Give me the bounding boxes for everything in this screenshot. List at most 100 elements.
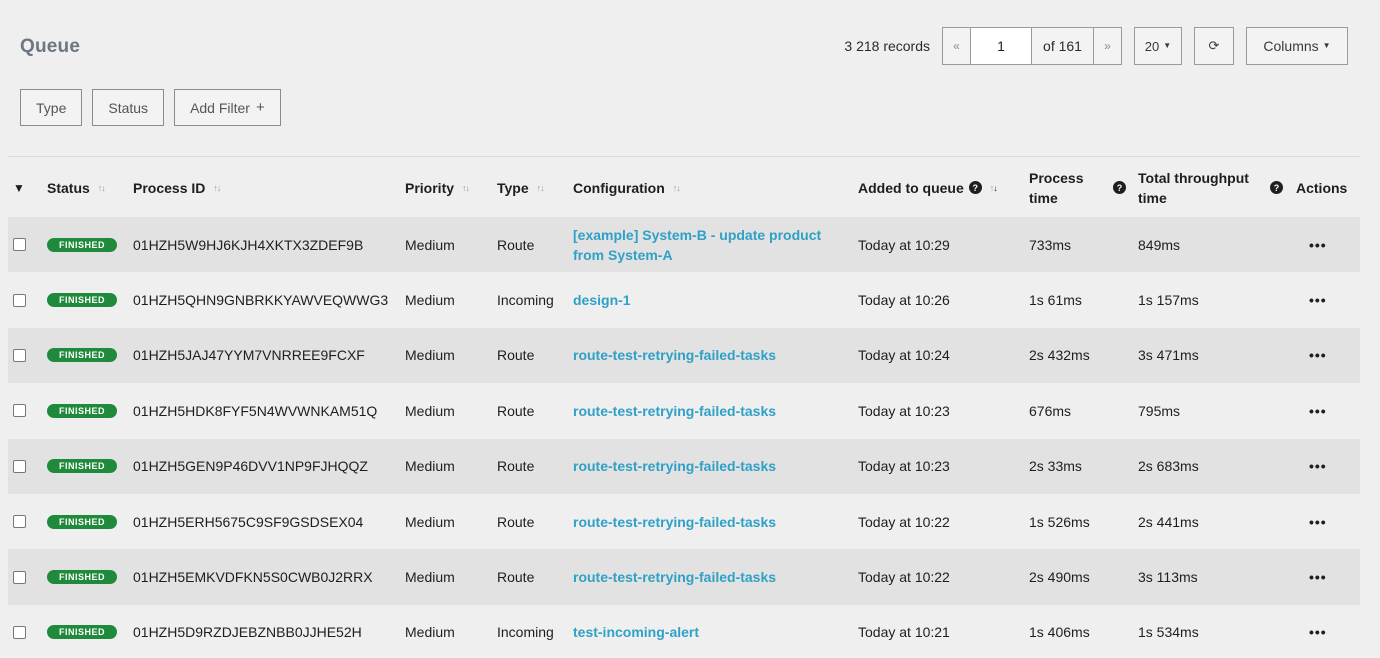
- page-size-dropdown[interactable]: 20 ▼: [1134, 27, 1182, 65]
- added-to-queue: Today at 10:21: [858, 624, 950, 641]
- columns-dropdown[interactable]: Columns ▼: [1246, 27, 1348, 65]
- page-title: Queue: [20, 36, 81, 57]
- total-throughput-time: 3s 471ms: [1138, 347, 1199, 364]
- help-icon[interactable]: ?: [1270, 181, 1283, 194]
- added-to-queue: Today at 10:26: [858, 292, 950, 309]
- table-row[interactable]: FINISHED 01HZH5GEN9P46DVV1NP9FJHQQZ Medi…: [8, 438, 1360, 494]
- column-header-configuration[interactable]: Configuration ↑↓: [573, 158, 853, 217]
- sort-icon[interactable]: ↑↓: [98, 183, 106, 193]
- process-time: 2s 33ms: [1029, 458, 1082, 475]
- table-row[interactable]: FINISHED 01HZH5JAJ47YYM7VNRREE9FCXF Medi…: [8, 327, 1360, 384]
- total-throughput-time: 795ms: [1138, 402, 1181, 419]
- add-filter-button[interactable]: Add Filter +: [174, 89, 281, 126]
- column-header-label: Priority: [405, 179, 455, 196]
- row-checkbox[interactable]: [13, 459, 26, 473]
- column-header-label: Type: [497, 179, 529, 196]
- table-row[interactable]: FINISHED 01HZH5QHN9GNBRKKYAWVEQWWG3 Medi…: [8, 272, 1360, 327]
- column-header-label: Process: [1029, 169, 1084, 186]
- table-row[interactable]: FINISHED 01HZH5W9HJ6KJH4XKTX3ZDEF9B Medi…: [8, 217, 1360, 273]
- process-id: 01HZH5QHN9GNBRKKYAWVEQWWG3: [133, 292, 389, 309]
- row-checkbox[interactable]: [13, 515, 26, 529]
- more-actions-icon[interactable]: •••: [1309, 624, 1327, 640]
- column-header-actions: Actions: [1296, 158, 1347, 217]
- more-actions-icon[interactable]: •••: [1309, 347, 1327, 363]
- column-header-total-throughput: Total throughput time: [1138, 158, 1249, 217]
- help-icon[interactable]: ?: [1113, 181, 1126, 194]
- total-throughput-time: 1s 534ms: [1138, 624, 1199, 641]
- column-header-label: time: [1029, 189, 1058, 206]
- status-badge: FINISHED: [47, 403, 118, 418]
- row-checkbox[interactable]: [13, 404, 26, 418]
- table-row[interactable]: FINISHED 01HZH5EMKVDFKN5S0CWB0J2RRX Medi…: [8, 549, 1360, 605]
- priority: Medium: [405, 292, 455, 309]
- divider: [8, 156, 1360, 157]
- type-filter-button[interactable]: Type: [20, 89, 83, 126]
- priority: Medium: [405, 402, 455, 419]
- row-checkbox[interactable]: [13, 348, 26, 362]
- column-header-priority[interactable]: Priority ↑↓: [405, 158, 470, 217]
- more-actions-icon[interactable]: •••: [1309, 403, 1327, 419]
- columns-label: Columns: [1263, 38, 1319, 54]
- more-actions-icon[interactable]: •••: [1309, 569, 1327, 585]
- sort-icon[interactable]: ↑↓: [462, 183, 470, 193]
- column-header-status[interactable]: Status ↑↓: [47, 158, 106, 217]
- sort-icon[interactable]: ↑↓: [213, 183, 221, 193]
- help-icon[interactable]: ?: [968, 181, 982, 194]
- row-checkbox[interactable]: [13, 570, 26, 584]
- configuration-link[interactable]: route-test-retrying-failed-tasks: [573, 456, 776, 476]
- process-id: 01HZH5HDK8FYF5N4WVWNKAM51Q: [133, 402, 378, 419]
- type: Route: [497, 458, 535, 475]
- type: Route: [497, 236, 535, 253]
- sort-desc-icon[interactable]: ↑↓: [990, 183, 998, 193]
- process-time: 1s 526ms: [1029, 513, 1090, 530]
- column-header-label: Total throughput: [1138, 169, 1249, 186]
- more-actions-icon[interactable]: •••: [1309, 458, 1327, 474]
- configuration-link[interactable]: route-test-retrying-failed-tasks: [573, 345, 776, 365]
- row-checkbox[interactable]: [13, 238, 26, 252]
- configuration-link[interactable]: route-test-retrying-failed-tasks: [573, 512, 776, 532]
- table-header: ▼ Status ↑↓ Process ID ↑↓ Priority ↑↓ Ty…: [8, 158, 1360, 217]
- column-header-added-to-queue[interactable]: Added to queue ? ↑↓: [858, 158, 998, 217]
- configuration-link[interactable]: [example] System-B - update product from…: [573, 225, 853, 265]
- table-row[interactable]: FINISHED 01HZH5ERH5675C9SF9GSDSEX04 Medi…: [8, 494, 1360, 549]
- sort-icon[interactable]: ↑↓: [673, 183, 681, 193]
- refresh-button[interactable]: ⟳: [1194, 27, 1234, 65]
- expand-all-toggle[interactable]: ▼: [13, 158, 25, 217]
- added-to-queue: Today at 10:23: [858, 402, 950, 419]
- type: Incoming: [497, 624, 554, 641]
- sort-icon[interactable]: ↑↓: [537, 183, 545, 193]
- more-actions-icon[interactable]: •••: [1309, 237, 1327, 253]
- next-page-button[interactable]: »: [1093, 28, 1121, 64]
- table-row[interactable]: FINISHED 01HZH5HDK8FYF5N4WVWNKAM51Q Medi…: [8, 383, 1360, 438]
- added-to-queue: Today at 10:29: [858, 236, 950, 253]
- priority: Medium: [405, 513, 455, 530]
- priority: Medium: [405, 569, 455, 586]
- status-filter-button[interactable]: Status: [92, 89, 165, 126]
- more-actions-icon[interactable]: •••: [1309, 292, 1327, 308]
- prev-page-button[interactable]: «: [943, 28, 971, 64]
- configuration-link[interactable]: design-1: [573, 290, 631, 310]
- column-header-process-id[interactable]: Process ID ↑↓: [133, 158, 221, 217]
- total-throughput-help[interactable]: ?: [1265, 158, 1283, 217]
- table-row[interactable]: FINISHED 01HZH5D9RZDJEBZNBB0JJHE52H Medi…: [8, 605, 1360, 658]
- total-throughput-time: 1s 157ms: [1138, 292, 1199, 309]
- process-time-help[interactable]: ?: [1108, 158, 1126, 217]
- records-count: 3 218 records: [844, 38, 930, 54]
- type-filter-label: Type: [36, 99, 67, 116]
- row-checkbox[interactable]: [13, 293, 26, 307]
- total-throughput-time: 2s 441ms: [1138, 513, 1199, 530]
- configuration-link[interactable]: route-test-retrying-failed-tasks: [573, 401, 776, 421]
- queue-table: ▼ Status ↑↓ Process ID ↑↓ Priority ↑↓ Ty…: [8, 158, 1360, 658]
- process-id: 01HZH5D9RZDJEBZNBB0JJHE52H: [133, 624, 362, 641]
- configuration-link[interactable]: test-incoming-alert: [573, 622, 699, 642]
- configuration-link[interactable]: route-test-retrying-failed-tasks: [573, 567, 776, 587]
- column-header-process-time: Process time: [1029, 158, 1083, 217]
- type: Route: [497, 347, 535, 364]
- total-throughput-time: 849ms: [1138, 236, 1181, 253]
- added-to-queue: Today at 10:22: [858, 513, 950, 530]
- page-number-input[interactable]: [971, 28, 1031, 64]
- column-header-type[interactable]: Type ↑↓: [497, 158, 545, 217]
- pagination: « of 161 »: [942, 27, 1122, 65]
- row-checkbox[interactable]: [13, 625, 26, 639]
- more-actions-icon[interactable]: •••: [1309, 514, 1327, 530]
